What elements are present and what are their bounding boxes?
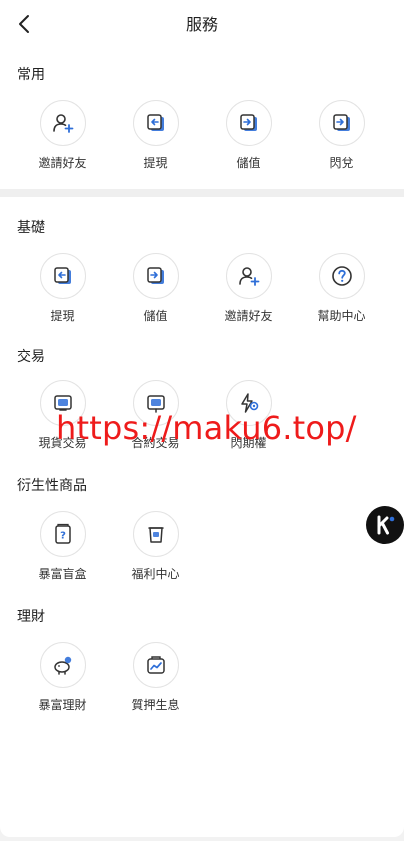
service-blind-box[interactable]: ? 暴富盲盒	[16, 511, 109, 582]
welfare-icon	[147, 527, 164, 543]
service-flash-exchange[interactable]: 閃兌	[295, 100, 388, 171]
service-label: 儲值	[236, 156, 261, 170]
service-label: 提現	[143, 156, 168, 170]
back-button[interactable]	[12, 12, 36, 36]
service-label: 質押生息	[131, 698, 180, 712]
section-divider	[0, 189, 404, 197]
floating-k-button[interactable]	[366, 506, 404, 544]
add-user-icon	[238, 267, 259, 286]
service-welfare-center[interactable]: 福利中心	[109, 511, 202, 582]
add-user-icon	[52, 114, 73, 133]
service-withdraw[interactable]: 提現	[109, 100, 202, 171]
section-grid: 暴富理財 質押生息	[0, 642, 404, 713]
page-title: 服務	[185, 17, 218, 34]
service-label: 幫助中心	[317, 309, 366, 323]
section-grid: ? 暴富盲盒 福利中心	[0, 511, 404, 582]
help-icon	[331, 266, 352, 286]
section-title: 基礎	[17, 219, 45, 235]
service-label: 邀請好友	[224, 309, 273, 323]
service-deposit[interactable]: 儲值	[202, 100, 295, 171]
staking-icon	[146, 656, 165, 674]
withdraw-icon	[53, 267, 71, 284]
service-label: 儲值	[143, 309, 168, 323]
service-withdraw[interactable]: 提現	[16, 253, 109, 324]
k-logo-icon	[377, 515, 395, 535]
section-grid: 提現 儲值 邀請好友 幫助中心	[0, 253, 404, 324]
service-label: 閃兌	[329, 156, 354, 170]
section-grid: 邀請好友 提現 儲值 閃兌	[0, 100, 404, 171]
section-basic: 基礎 提現 儲值 邀請好友 幫助中心	[0, 197, 404, 324]
section-common: 常用 邀請好友 提現 儲值 閃兌	[0, 46, 404, 171]
chevron-left-icon	[19, 15, 29, 33]
section-title: 交易	[17, 348, 45, 364]
header: 服務	[0, 0, 404, 46]
service-label: 邀請好友	[38, 156, 87, 170]
watermark-url: https://maku6.top/	[56, 409, 357, 447]
service-staking[interactable]: 質押生息	[109, 642, 202, 713]
service-deposit[interactable]: 儲值	[109, 253, 202, 324]
service-label: 暴富理財	[38, 698, 87, 712]
service-wealth-finance[interactable]: 暴富理財	[16, 642, 109, 713]
section-title: 衍生性商品	[17, 477, 87, 493]
flash-exchange-icon	[332, 114, 350, 131]
section-title: 理財	[17, 608, 45, 624]
service-invite-friends[interactable]: 邀請好友	[16, 100, 109, 171]
blind-box-icon: ?	[54, 523, 71, 544]
service-label: 提現	[50, 309, 75, 323]
svg-text:?: ?	[60, 531, 66, 542]
withdraw-icon	[146, 114, 164, 131]
services-page: 服務 常用 邀請好友 提現 儲值 閃兌 基礎 提現 儲值 邀請好友 幫助中心 交…	[0, 0, 404, 837]
section-derivatives: 衍生性商品 ? 暴富盲盒 福利中心	[0, 451, 404, 582]
service-invite-friends[interactable]: 邀請好友	[202, 253, 295, 324]
section-finance: 理財 暴富理財 質押生息	[0, 582, 404, 713]
section-title: 常用	[17, 66, 45, 82]
service-label: 福利中心	[131, 567, 180, 581]
service-label: 暴富盲盒	[38, 567, 87, 581]
piggy-bank-icon	[53, 656, 71, 675]
deposit-icon	[239, 114, 257, 131]
service-help-center[interactable]: 幫助中心	[295, 253, 388, 324]
deposit-icon	[146, 267, 164, 284]
